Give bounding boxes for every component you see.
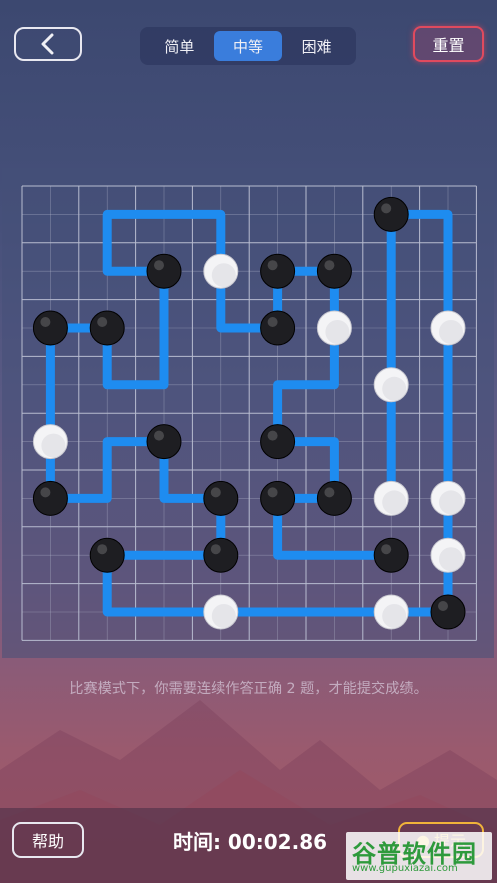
black-stone-highlight	[40, 317, 51, 327]
white-stone-shade	[211, 604, 236, 628]
white-stone-shade	[382, 604, 407, 628]
black-stone-highlight	[97, 317, 108, 327]
black-stone-highlight	[381, 203, 392, 214]
white-stone-shade	[41, 433, 66, 458]
white-stone-shade	[382, 490, 407, 515]
tab-hard[interactable]: 困难	[282, 31, 351, 61]
watermark-url: www.gupuxiazai.com	[352, 863, 458, 874]
board-canvas[interactable]	[2, 168, 494, 658]
back-button[interactable]	[14, 27, 82, 61]
black-stone-highlight	[97, 544, 108, 555]
white-stone-shade	[439, 490, 463, 515]
reset-button[interactable]: 重置	[413, 26, 484, 62]
white-stone-shade	[439, 320, 463, 344]
black-stone	[260, 310, 296, 346]
black-stone	[316, 253, 352, 289]
black-stone-highlight	[40, 487, 51, 498]
watermark: 谷普软件园 www.gupuxiazai.com	[346, 832, 492, 880]
puzzle-board	[2, 168, 494, 658]
black-stone-highlight	[267, 260, 278, 271]
white-stone-shade	[325, 320, 350, 344]
black-stone	[260, 253, 296, 289]
black-stone-highlight	[267, 430, 278, 441]
timer-label: 时间: 00:02.86	[172, 830, 328, 854]
black-stone-highlight	[438, 601, 448, 611]
difficulty-selector: 简单 中等 困难	[140, 27, 356, 65]
black-stone-highlight	[154, 260, 164, 271]
black-stone	[32, 310, 68, 346]
black-stone-highlight	[324, 260, 335, 271]
black-stone	[203, 480, 239, 516]
chevron-left-icon	[41, 33, 54, 55]
black-stone	[89, 537, 125, 573]
tab-easy[interactable]: 简单	[145, 31, 214, 61]
black-stone-highlight	[267, 487, 278, 498]
black-stone	[316, 480, 352, 516]
rule-hint-text: 比赛模式下，你需要连续作答正确 2 题，才能提交成绩。	[69, 681, 428, 697]
tab-medium[interactable]: 中等	[213, 31, 283, 61]
black-stone-highlight	[154, 430, 164, 441]
help-button[interactable]: 帮助	[12, 822, 84, 858]
black-stone	[430, 594, 466, 630]
black-stone-highlight	[267, 317, 278, 327]
black-stone	[203, 537, 239, 573]
black-stone	[32, 480, 68, 516]
black-stone	[89, 310, 125, 346]
black-stone	[373, 196, 409, 232]
black-stone	[260, 424, 296, 460]
black-stone	[146, 253, 182, 289]
black-stone	[260, 480, 296, 516]
white-stone-shade	[382, 376, 407, 401]
black-stone	[373, 537, 409, 573]
black-stone-highlight	[324, 487, 335, 498]
black-stone-highlight	[381, 544, 392, 555]
white-stone-shade	[211, 263, 236, 288]
black-stone	[146, 424, 182, 460]
black-stone-highlight	[210, 487, 221, 498]
black-stone-highlight	[210, 544, 221, 555]
white-stone-shade	[439, 547, 463, 572]
